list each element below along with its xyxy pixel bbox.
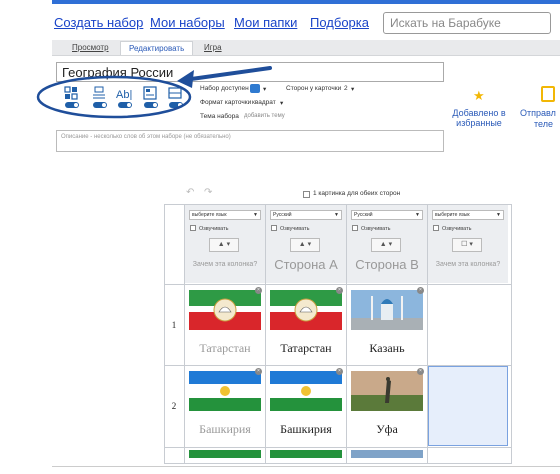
column-header-side-b: Русский ▼ Озвучивать ▲ ▾ Сторона В xyxy=(347,205,427,283)
text-format-button[interactable]: ▲ ▾ xyxy=(209,238,239,252)
row-number: 1 xyxy=(171,320,177,330)
column-name-side-b[interactable]: Сторона В xyxy=(347,257,427,272)
column-hint[interactable]: Зачем эта колонка? xyxy=(185,261,265,268)
remove-image-icon[interactable]: × xyxy=(255,368,262,375)
tab-view[interactable]: Просмотр xyxy=(64,41,117,55)
card-cell-selected[interactable] xyxy=(428,366,508,446)
remove-image-icon[interactable]: × xyxy=(255,287,262,294)
column-hint[interactable]: Зачем эта колонка? xyxy=(428,261,508,268)
dropdown-icon: ▼ xyxy=(496,212,501,218)
send-icon[interactable] xyxy=(541,86,555,102)
nav-selection[interactable]: Подборка xyxy=(310,15,369,30)
undo-icon[interactable]: ↶ xyxy=(186,187,194,198)
format-value[interactable]: квадрат xyxy=(252,99,276,106)
card-cell[interactable]: × Башкирия xyxy=(185,366,265,446)
column-name-side-a[interactable]: Сторона А xyxy=(266,257,346,272)
card-text: Казань xyxy=(369,341,405,355)
send-label-2: теле xyxy=(534,119,553,129)
access-dropdown-icon[interactable]: ▾ xyxy=(263,85,266,93)
tab-edit[interactable]: Редактировать xyxy=(120,41,194,55)
lock-icon[interactable] xyxy=(250,84,260,93)
both-sides-checkbox[interactable] xyxy=(303,191,310,198)
language-select[interactable]: Русский ▼ xyxy=(270,210,342,220)
tatarstan-flag-image xyxy=(270,290,342,330)
card-cell[interactable]: × Башкирия xyxy=(266,366,346,446)
card-cell[interactable]: × Уфа xyxy=(347,366,427,446)
favorites-label[interactable]: Добавлено в избранные xyxy=(448,108,510,128)
row-number: 2 xyxy=(171,401,177,411)
dropdown-icon: ▼ xyxy=(334,212,339,218)
card-image-partial xyxy=(189,450,261,458)
nav-my-folders[interactable]: Мои папки xyxy=(234,15,297,30)
card-cell[interactable]: × Татарстан xyxy=(266,285,346,365)
voice-checkbox[interactable]: Озвучивать xyxy=(433,225,471,232)
remove-image-icon[interactable]: × xyxy=(417,287,424,294)
tatarstan-flag-image xyxy=(189,290,261,330)
voice-label: Озвучивать xyxy=(361,226,391,232)
card-text: Башкирия xyxy=(280,422,332,436)
format-label: Формат карточки xyxy=(200,99,252,106)
language-select-value: выберите язык xyxy=(435,212,470,218)
voice-label: Озвучивать xyxy=(442,226,472,232)
nav-create-set[interactable]: Создать набор xyxy=(54,15,143,30)
voice-label: Озвучивать xyxy=(280,226,310,232)
bashkiria-flag-image xyxy=(189,371,261,411)
remove-image-icon[interactable]: × xyxy=(336,368,343,375)
dropdown-icon: ▼ xyxy=(253,212,258,218)
card-image-partial xyxy=(270,450,342,458)
text-format-button[interactable]: ▲ ▾ xyxy=(290,238,320,252)
send-label[interactable]: Отправл xyxy=(520,108,556,118)
sides-dropdown-icon[interactable]: ▾ xyxy=(351,85,354,93)
text-format-button[interactable]: ▲ ▾ xyxy=(371,238,401,252)
topic-label: Тема набора xyxy=(200,113,239,120)
star-icon[interactable]: ★ xyxy=(473,88,487,103)
column-header-extra: выберите язык ▼ Озвучивать ☐ ▾ Зачем эта … xyxy=(428,205,508,283)
ufa-monument-image xyxy=(351,371,423,411)
redo-icon[interactable]: ↷ xyxy=(204,187,212,198)
remove-image-icon[interactable]: × xyxy=(336,287,343,294)
both-sides-label: 1 картинка для обеих сторон xyxy=(313,190,401,197)
access-label: Набор доступен xyxy=(200,85,249,92)
dropdown-icon: ▼ xyxy=(415,212,420,218)
column-header-hint: выберите язык ▼ Озвучивать ▲ ▾ Зачем эта … xyxy=(185,205,265,283)
grid-divider xyxy=(164,447,512,448)
card-text: Татарстан xyxy=(199,341,251,355)
voice-checkbox[interactable]: Озвучивать xyxy=(190,225,228,232)
card-cell-empty[interactable] xyxy=(428,285,508,365)
remove-image-icon[interactable]: × xyxy=(417,368,424,375)
language-select[interactable]: выберите язык ▼ xyxy=(432,210,504,220)
nav-my-sets[interactable]: Мои наборы xyxy=(150,15,225,30)
language-select-value: Русский xyxy=(354,212,373,218)
kazan-kremlin-image xyxy=(351,290,423,330)
card-cell[interactable]: × Казань xyxy=(347,285,427,365)
card-text: Башкирия xyxy=(199,422,251,436)
language-select-value: выберите язык xyxy=(192,212,227,218)
voice-checkbox[interactable]: Озвучивать xyxy=(352,225,390,232)
card-cell[interactable]: × Татарстан xyxy=(185,285,265,365)
column-header-side-a: Русский ▼ Озвучивать ▲ ▾ Сторона А xyxy=(266,205,346,283)
voice-checkbox[interactable]: Озвучивать xyxy=(271,225,309,232)
topic-add-link[interactable]: добавить тему xyxy=(244,113,285,119)
voice-label: Озвучивать xyxy=(199,226,229,232)
format-dropdown-icon[interactable]: ▾ xyxy=(280,99,283,107)
card-text: Татарстан xyxy=(280,341,332,355)
bashkiria-flag-image xyxy=(270,371,342,411)
card-image-partial xyxy=(351,450,423,458)
language-select[interactable]: выберите язык ▼ xyxy=(189,210,261,220)
description-input[interactable]: Описание - несколько слов об этом наборе… xyxy=(56,130,444,152)
sides-label: Сторон у карточки xyxy=(286,85,342,92)
image-format-button[interactable]: ☐ ▾ xyxy=(452,238,482,252)
language-select-value: Русский xyxy=(273,212,292,218)
sides-value[interactable]: 2 xyxy=(344,85,348,92)
page-bottom-border xyxy=(52,466,560,467)
card-text: Уфа xyxy=(376,422,398,436)
language-select[interactable]: Русский ▼ xyxy=(351,210,423,220)
tab-game[interactable]: Игра xyxy=(196,41,230,55)
search-input[interactable]: Искать на Барабуке xyxy=(383,12,551,34)
top-accent-bar xyxy=(52,0,560,4)
